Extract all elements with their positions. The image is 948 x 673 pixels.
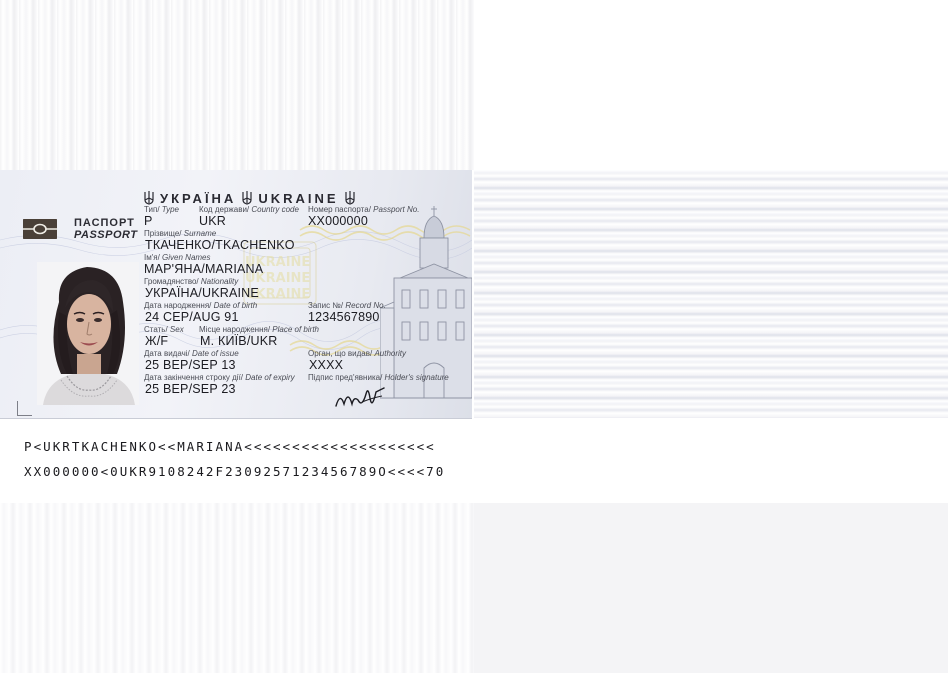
biometric-chip-icon [23, 219, 57, 239]
holder-portrait [37, 262, 139, 405]
scan-artifact-block [474, 503, 948, 673]
place-of-birth-label: Місце народження/ Place of birth [199, 325, 319, 334]
country-code-value: UKR [199, 214, 226, 228]
surname-label: Прізвище/ Surname [144, 229, 217, 238]
scan-artifact-top [0, 0, 474, 170]
document-type-en: PASSPORT [74, 229, 138, 241]
type-label: Тип/ Type [144, 205, 179, 214]
given-names-label: Ім'я/ Given Names [144, 253, 211, 262]
date-of-birth-label: Дата народження/ Date of birth [144, 301, 258, 310]
date-of-expiry-label: Дата закінчення строку дії/ Date of expi… [144, 373, 295, 382]
holder-photo [37, 262, 139, 405]
header-country-en: UKRAINE [258, 190, 339, 206]
scan-artifact-right [474, 170, 948, 418]
type-value: P [144, 214, 153, 228]
passport-data-page: UKRAINE UKRAINE UKRAINE УКРАЇНА UKRAINE … [0, 170, 472, 419]
authority-value: XXXX [309, 358, 344, 372]
mrz-line-1: P<UKRTKACHENKO<<MARIANA<<<<<<<<<<<<<<<<<… [24, 439, 436, 454]
holder-signature-label: Підпис пред'явника/ Holder's signature [308, 373, 449, 382]
given-names-value: МАР'ЯНА/MARIANA [144, 262, 264, 276]
date-of-birth-value: 24 СЕР/AUG 91 [145, 310, 239, 324]
trident-icon [144, 191, 154, 205]
mrz-line-2: XX000000<0UKR9108242F2309257123456789O<<… [24, 464, 446, 479]
nationality-value: УКРАЇНА/UKRAINE [145, 286, 259, 300]
trident-icon [344, 191, 355, 205]
passport-number-value: XX000000 [308, 214, 368, 228]
date-of-issue-value: 25 ВЕР/SEP 13 [145, 358, 236, 372]
sex-label: Стать/ Sex [144, 325, 184, 334]
date-of-expiry-value: 25 ВЕР/SEP 23 [145, 382, 236, 396]
date-of-issue-label: Дата видачі/ Date of issue [144, 349, 239, 358]
surname-value: ТКАЧЕНКО/TKACHENKO [145, 238, 295, 252]
trident-icon [242, 191, 252, 205]
document-type-ua: ПАСПОРТ [74, 217, 135, 229]
record-number-label: Запис №/ Record No. [308, 301, 386, 310]
cathedral-illustration [380, 206, 472, 399]
sex-value: Ж/F [145, 334, 169, 348]
passport-number-label: Номер паспорта/ Passport No. [308, 205, 420, 214]
photo-corner-mark [17, 401, 32, 416]
record-number-value: 1234567890 [308, 310, 380, 324]
country-code-label: Код держави/ Country code [199, 205, 299, 214]
nationality-label: Громадянство/ Nationality [144, 277, 239, 286]
header-country-ua: УКРАЇНА [160, 190, 237, 206]
scan-artifact-bottom [0, 503, 474, 673]
authority-label: Орган, що видав/ Authority [308, 349, 407, 358]
holder-signature [335, 387, 385, 407]
place-of-birth-value: М. КИЇВ/UKR [200, 334, 278, 348]
